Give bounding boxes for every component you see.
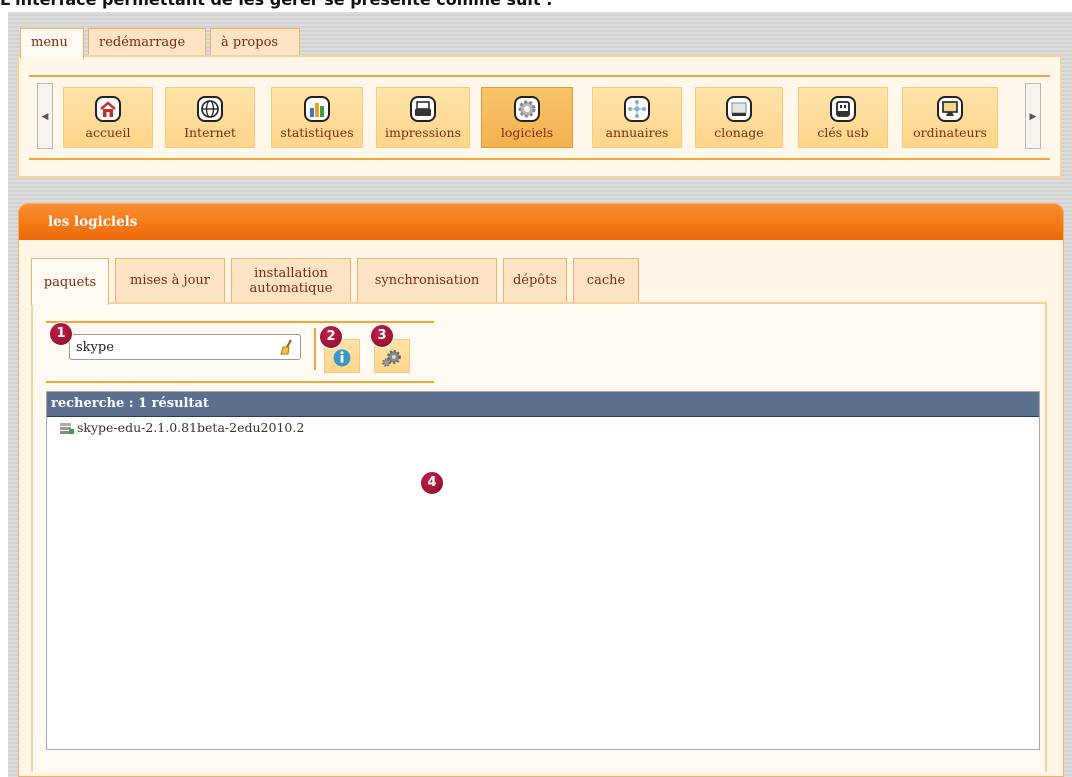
- tab-synchronisation[interactable]: synchronisation: [357, 258, 497, 302]
- results-list: recherche : 1 résultat skype-edu-2.1.0.8…: [46, 391, 1040, 750]
- usb-key-icon: [830, 96, 856, 122]
- toolbar-label: clés usb: [817, 125, 869, 140]
- toolbar-logiciels-button[interactable]: logiciels: [481, 87, 573, 148]
- divider: [29, 158, 1050, 160]
- callout-badge-1: 1: [49, 322, 73, 346]
- toolbar-accueil-button[interactable]: accueil: [63, 87, 153, 148]
- toolbar-cles-usb-button[interactable]: clés usb: [798, 87, 888, 148]
- toolbar-label: impressions: [384, 125, 462, 140]
- toolbar-impressions-button[interactable]: impressions: [376, 87, 470, 148]
- menu-panel: ◀ ▶ accueil Internet statistiques impres…: [17, 55, 1062, 178]
- home-icon: [95, 96, 121, 122]
- toolbar-ordinateurs-button[interactable]: ordinateurs: [902, 87, 998, 148]
- callout-badge-2: 2: [319, 325, 343, 349]
- bar-chart-icon: [304, 96, 330, 122]
- divider: [46, 381, 434, 383]
- package-name: skype-edu-2.1.0.81beta-2edu2010.2: [77, 420, 305, 435]
- app-window: menu redémarrage à propos ◀ ▶ accueil In…: [8, 12, 1072, 777]
- package-icon: [60, 423, 74, 434]
- monitor-icon: [937, 96, 963, 122]
- results-header: recherche : 1 résultat: [47, 392, 1039, 417]
- triangle-left-icon: ◀: [41, 112, 49, 122]
- list-item[interactable]: skype-edu-2.1.0.81beta-2edu2010.2: [47, 417, 1039, 439]
- tab-installation-automatique[interactable]: installation automatique: [231, 258, 351, 302]
- tab-a-propos[interactable]: à propos: [210, 28, 300, 56]
- intro-text: L'interface permettant de les gérer se p…: [0, 0, 1072, 12]
- broom-icon[interactable]: [278, 338, 296, 356]
- toolbar-label: clonage: [714, 125, 764, 140]
- network-icon: [624, 96, 650, 122]
- toolbar-internet-button[interactable]: Internet: [165, 87, 255, 148]
- triangle-right-icon: ▶: [1029, 112, 1037, 122]
- toolbar-label: Internet: [184, 125, 236, 140]
- toolbar-annuaires-button[interactable]: annuaires: [592, 87, 682, 148]
- printer-icon: [410, 96, 436, 122]
- toolbar-statistiques-button[interactable]: statistiques: [271, 87, 363, 148]
- toolbar-label: accueil: [85, 125, 131, 140]
- gear-icon: [514, 96, 540, 122]
- panel-title: les logiciels: [19, 204, 1063, 240]
- search-box: [69, 334, 301, 360]
- search-input[interactable]: [70, 335, 282, 359]
- tab-depots[interactable]: dépôts: [503, 258, 567, 302]
- divider: [29, 75, 1050, 77]
- callout-badge-3: 3: [370, 324, 394, 348]
- tab-menu[interactable]: menu: [20, 28, 84, 59]
- toolbar-label: ordinateurs: [913, 125, 987, 140]
- scroll-left-button[interactable]: ◀: [37, 83, 53, 149]
- callout-badge-4: 4: [420, 471, 444, 495]
- scroll-right-button[interactable]: ▶: [1025, 83, 1041, 149]
- tab-mises-a-jour[interactable]: mises à jour: [115, 258, 225, 302]
- tab-cache[interactable]: cache: [573, 258, 639, 302]
- divider: [314, 328, 316, 370]
- toolbar-clonage-button[interactable]: clonage: [695, 87, 783, 148]
- divider: [46, 321, 434, 323]
- toolbar-label: logiciels: [500, 125, 554, 140]
- tab-redemarrage[interactable]: redémarrage: [88, 28, 206, 56]
- globe-icon: [197, 96, 223, 122]
- toolbar-label: statistiques: [280, 125, 354, 140]
- tab-paquets[interactable]: paquets: [31, 258, 109, 305]
- toolbar-label: annuaires: [605, 125, 669, 140]
- clone-disk-icon: [726, 96, 752, 122]
